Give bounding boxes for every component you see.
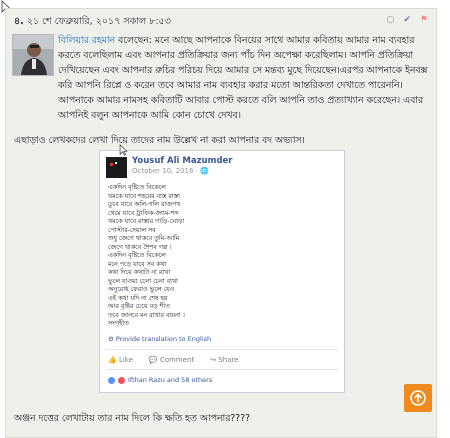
poem-line: ভুলে যাওয়া চেনা চেনা ব্যথা xyxy=(108,277,178,285)
poem-line: ডুবে যাবে অলি-গলি রাজপথ xyxy=(108,201,181,208)
person-photo-icon xyxy=(13,35,53,75)
poem-line: তবে জানবে মন রাখার বায়না । xyxy=(108,311,185,319)
poem-line: কথা দিয়ে কথাটা না রাখা xyxy=(108,269,171,276)
poem-line: পোস্টার-দেয়াল সব xyxy=(108,226,156,234)
divider xyxy=(106,369,338,370)
divider xyxy=(106,349,338,350)
comment-datetime: ২১ শে ফেব্রুয়ারি, ২০১৭ সকাল ৮:৫৩ xyxy=(26,16,171,27)
avatar[interactable] xyxy=(12,34,54,76)
fb-avatar xyxy=(106,157,127,178)
scroll-top-button[interactable] xyxy=(404,384,432,412)
comment-first-line: বিলিয়ার রহমান বলেছেন: মনে আছে আপনাকে বি… xyxy=(58,35,415,46)
poem-line: এই কথা যদি না শেষ হয় xyxy=(108,294,168,302)
comment-number: ৪. xyxy=(14,16,24,27)
poem-line: একদিন বৃষ্টিতে বিকেলে xyxy=(108,184,166,191)
comment-line-habit: এছাড়াও লেখকদের লেখা দিয়ে তাদের নাম উল্… xyxy=(14,135,305,146)
translate-link[interactable]: ⚙ Provide translation to English xyxy=(108,335,211,343)
like-reaction-icon xyxy=(108,376,115,384)
mouse-cursor-icon xyxy=(119,144,128,156)
poem-line: অনুরোধ ফেরাও ভুলে যেও xyxy=(108,286,175,293)
fb-author-name[interactable]: Yousuf Ali Mazumder xyxy=(132,156,233,166)
share-button[interactable]: ↪ Share xyxy=(210,356,238,364)
author-link[interactable]: বিলিয়ার রহমান xyxy=(58,35,115,46)
comment-button[interactable]: 💬 Comment xyxy=(149,356,194,364)
comment-body: বিলিয়ার রহমান বলেছেন: মনে আছে আপনাকে বি… xyxy=(14,33,432,123)
poem-line: জেগে থাকবে শৈশব গল্প । xyxy=(108,243,172,251)
comment-actions: ○ ✔ ⚑ xyxy=(387,15,428,25)
profile-icon xyxy=(106,157,127,178)
circle-icon[interactable]: ○ xyxy=(387,15,395,25)
poem-line: আর বৃষ্টির চেয়ে বড় শীত xyxy=(108,303,170,310)
check-icon[interactable]: ✔ xyxy=(403,15,411,25)
poem-line: মনে পড়ে যাবে সব কথা xyxy=(108,260,167,268)
poem-line: থেমে যাবে ট্রাফিক-জ্যাম-শব্দ xyxy=(108,209,179,217)
poem-line: শুধু জেগে থাকবে তুমি-আমি xyxy=(108,235,180,242)
comment-meta: ৪. ২১ শে ফেব্রুয়ারি, ২০১৭ সকাল ৮:৫৩ xyxy=(14,15,171,30)
poem-line: সংগৃহীত xyxy=(108,320,129,327)
love-reaction-icon xyxy=(118,376,125,384)
poem-line: থমকে যাবে রাস্তার গাড়ি-ঘোড়া xyxy=(108,218,185,225)
fb-post-date: October 10, 2016 · 🌐 xyxy=(132,167,209,175)
like-button[interactable]: 👍 Like xyxy=(108,356,133,364)
comment-card: ৪. ২১ শে ফেব্রুয়ারি, ২০১৭ সকাল ৮:৫৩ ○ ✔… xyxy=(5,8,437,438)
fb-likers[interactable]: Ifthan Razu and 58 others xyxy=(108,376,212,384)
comment-paragraph: করতে বলেছিলাম এবং আপনার প্রতিক্রিয়ার জন… xyxy=(58,50,428,121)
fb-poem: একদিন বৃষ্টিতে বিকেলে থমকে যাবে শহরের ব্য… xyxy=(108,184,185,329)
flag-icon[interactable]: ⚑ xyxy=(420,15,428,25)
fb-actions: 👍 Like 💬 Comment ↪ Share xyxy=(108,356,238,364)
facebook-post-screenshot: Yousuf Ali Mazumder October 10, 2016 · 🌐… xyxy=(99,150,345,393)
poem-line: থমকে যাবে শহরের ব্যস্ত রাস্তা xyxy=(108,192,180,200)
comment-bottom-line: অঞ্জন দত্তের লেখাটায় তার নাম দিলে কি ক্… xyxy=(14,413,251,424)
poem-line: একদিন বৃষ্টিতে বিকেলে xyxy=(108,252,166,259)
arrow-up-icon xyxy=(410,390,426,406)
